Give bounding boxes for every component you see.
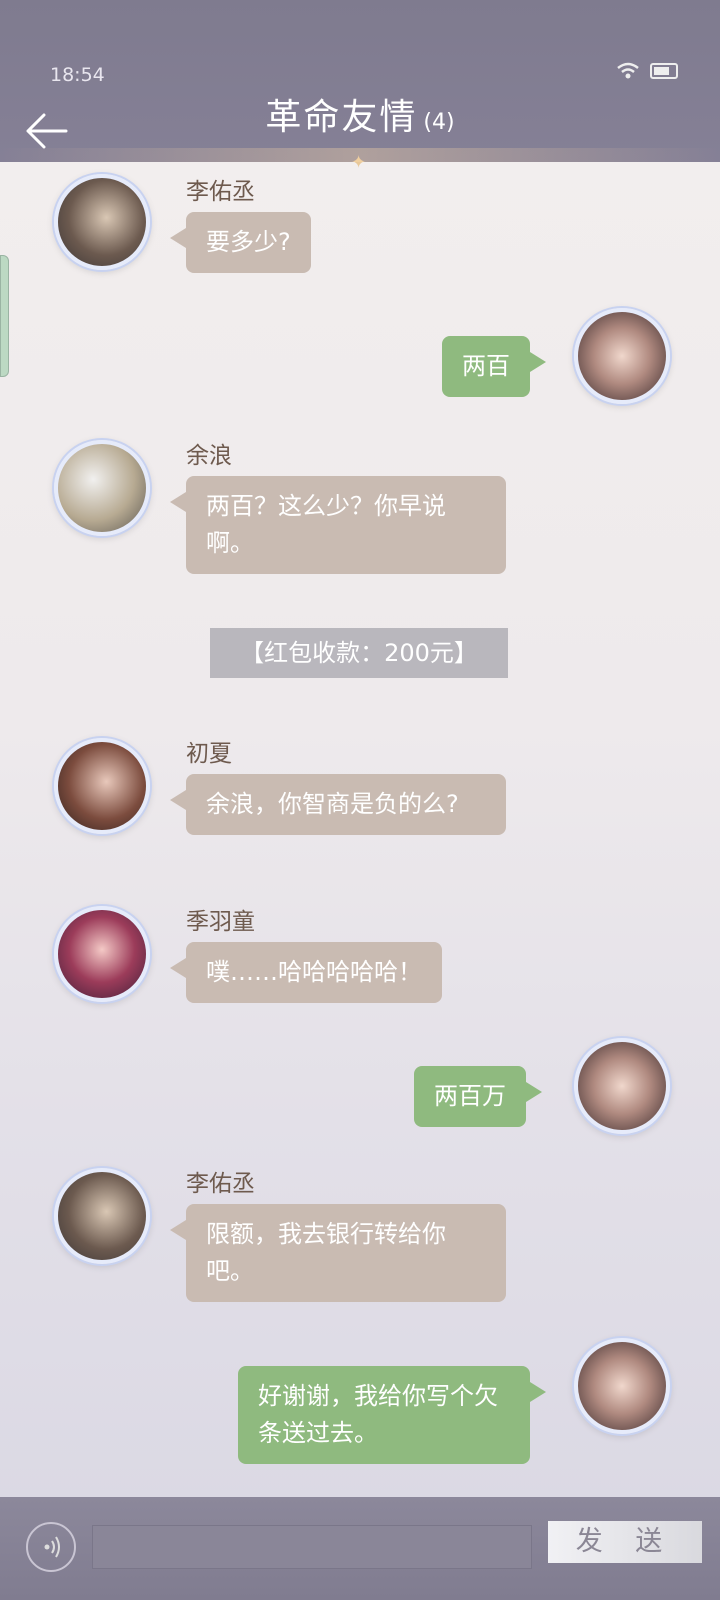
sender-name: 余浪 [186, 443, 232, 469]
avatar-self[interactable] [574, 308, 670, 404]
message-bubble[interactable]: 好谢谢，我给你写个欠条送过去。 [238, 1366, 546, 1464]
send-button[interactable]: 发 送 [548, 1521, 702, 1563]
sender-name: 李佑丞 [186, 1171, 255, 1197]
status-icons [616, 62, 678, 80]
chat-title-area: 革命友情 (4) [0, 88, 720, 140]
avatar-self[interactable] [574, 1038, 670, 1134]
sender-name: 李佑丞 [186, 179, 255, 205]
avatar-yu-lang[interactable] [54, 440, 150, 536]
input-bar: 发 送 [0, 1497, 720, 1600]
chat-title: 革命友情 [265, 97, 418, 138]
avatar-li-youcheng[interactable] [54, 1168, 150, 1264]
avatar-ji-yutong[interactable] [54, 906, 150, 1002]
wifi-icon [617, 62, 639, 79]
avatar-li-youcheng[interactable] [54, 174, 150, 270]
message-bubble[interactable]: 噗……哈哈哈哈哈！ [170, 942, 442, 1003]
voice-icon[interactable] [26, 1522, 76, 1572]
message-bubble[interactable]: 两百？这么少？你早说啊。 [170, 476, 506, 574]
member-count: (4) [423, 110, 455, 135]
chat-header: 18:54 革命友情 (4) ✦ [0, 0, 720, 173]
status-time: 18:54 [50, 64, 105, 86]
sender-name: 季羽童 [186, 909, 255, 935]
message-bubble[interactable]: 限额，我去银行转给你吧。 [170, 1204, 506, 1302]
message-bubble[interactable]: 余浪，你智商是负的么? [170, 774, 506, 835]
sender-name: 初夏 [186, 741, 232, 767]
message-bubble[interactable]: 两百 [442, 336, 546, 397]
battery-icon [650, 63, 678, 79]
side-drawer-handle[interactable] [0, 255, 9, 377]
message-bubble[interactable]: 两百万 [414, 1066, 542, 1127]
message-input[interactable] [92, 1525, 532, 1569]
avatar-self[interactable] [574, 1338, 670, 1434]
red-packet-notice: 【红包收款：200元】 [210, 628, 508, 678]
sparkle-icon: ✦ [351, 152, 367, 173]
avatar-chu-xia[interactable] [54, 738, 150, 834]
message-bubble[interactable]: 要多少? [170, 212, 311, 273]
